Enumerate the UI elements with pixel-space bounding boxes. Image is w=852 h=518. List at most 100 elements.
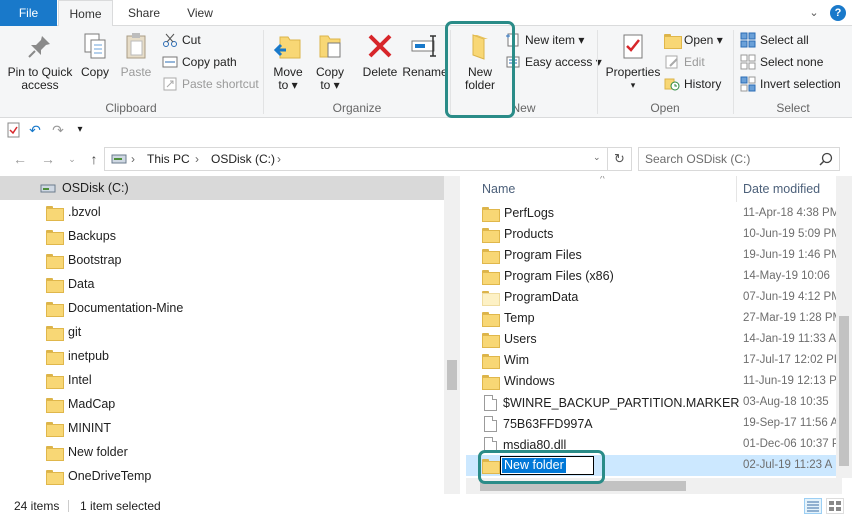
nav-scrollbar[interactable] [444, 176, 460, 494]
nav-item[interactable]: Documentation-Mine [46, 296, 183, 320]
refresh-icon[interactable]: ↻ [608, 147, 632, 171]
table-row[interactable]: Program Files (x86) 14-May-19 10:06 [466, 266, 852, 287]
file-list-scrollbar[interactable] [836, 176, 852, 478]
folder-icon [46, 325, 64, 341]
copy-button[interactable]: Copy [78, 30, 112, 79]
invert-selection-button[interactable]: Invert selection [740, 74, 841, 94]
nav-item[interactable]: Bootstrap [46, 248, 122, 272]
breadcrumb-drive[interactable]: OSDisk (C:) [211, 152, 275, 166]
nav-item[interactable]: Data [46, 272, 94, 296]
back-arrow-icon[interactable]: ← [10, 149, 30, 169]
table-row[interactable]: Products 10-Jun-19 5:09 PM [466, 224, 852, 245]
table-row[interactable]: 75B63FFD997A 19-Sep-17 11:56 A [466, 413, 852, 434]
customize-toolbar-icon[interactable]: ▾ [72, 122, 88, 138]
nav-item[interactable]: OneDriveTemp [46, 464, 151, 488]
pin-label-2: access [21, 78, 59, 92]
nav-item[interactable]: MadCap [46, 392, 115, 416]
nav-item-osdisk[interactable]: OSDisk (C:) [0, 176, 444, 200]
rename-button[interactable]: Rename [402, 30, 448, 79]
address-dropdown-icon[interactable]: ⌄ [593, 152, 601, 163]
open-button[interactable]: Open ▾ [664, 30, 723, 50]
cut-button[interactable]: Cut [162, 30, 201, 50]
recent-locations-icon[interactable]: ⌄ [62, 149, 82, 169]
breadcrumb-this-pc[interactable]: This PC [147, 152, 190, 166]
sort-up-icon: ^ [600, 176, 605, 185]
scissors-icon [162, 32, 178, 48]
copy-to-button[interactable]: Copy to ▾ [312, 30, 348, 92]
file-name-cell: Users [482, 332, 537, 348]
file-date: 27-Mar-19 1:28 PM [743, 312, 839, 324]
tab-view[interactable]: View [176, 0, 224, 26]
copy-path-button[interactable]: Copy path [162, 52, 237, 72]
large-icons-view-icon[interactable] [826, 498, 844, 514]
table-row[interactable]: PerfLogs 11-Apr-18 4:38 PM [466, 203, 852, 224]
properties-button[interactable]: Properties ▾ [602, 30, 664, 92]
paste-shortcut-button[interactable]: Paste shortcut [162, 74, 259, 94]
table-row[interactable]: ProgramData 07-Jun-19 4:12 PM [466, 287, 852, 308]
column-divider[interactable] [736, 176, 737, 202]
nav-scrollbar-thumb[interactable] [447, 360, 457, 390]
help-icon[interactable]: ? [830, 5, 846, 21]
tab-share[interactable]: Share [118, 0, 170, 26]
select-none-button[interactable]: Select none [740, 52, 823, 72]
clipboard-group: Pin to Quick access Copy Paste Cut Copy … [0, 26, 262, 118]
undo-icon[interactable]: ↶ [27, 122, 43, 138]
properties-check-icon[interactable] [6, 122, 22, 138]
table-row[interactable]: Users 14-Jan-19 11:33 A [466, 329, 852, 350]
file-list-scrollbar-thumb[interactable] [839, 316, 849, 466]
nav-item[interactable]: MININT [46, 416, 111, 440]
nav-item[interactable]: .bzvol [46, 200, 101, 224]
select-all-button[interactable]: Select all [740, 30, 809, 50]
folder-icon [46, 301, 64, 317]
table-row[interactable]: Wim 17-Jul-17 12:02 PI [466, 350, 852, 371]
new-folder-highlight [445, 21, 515, 118]
item-count: 24 items [14, 499, 60, 513]
copy-label: Copy [80, 65, 109, 79]
file-date: 14-Jan-19 11:33 A [743, 333, 837, 345]
table-row[interactable]: $WINRE_BACKUP_PARTITION.MARKER 03-Aug-18 … [466, 392, 852, 413]
folder-icon [482, 353, 500, 369]
nav-item[interactable]: git [46, 320, 81, 344]
expand-ribbon-icon[interactable]: ⌄ [806, 5, 822, 21]
nav-item[interactable]: Intel [46, 368, 92, 392]
forward-arrow-icon[interactable]: → [38, 149, 58, 169]
nav-item[interactable]: Backups [46, 224, 116, 248]
search-box[interactable] [638, 147, 840, 171]
file-icon [484, 395, 497, 411]
file-name-cell: PerfLogs [482, 206, 554, 222]
folder-icon [46, 373, 64, 389]
table-row[interactable]: Windows 11-Jun-19 12:13 P [466, 371, 852, 392]
file-name: Temp [504, 311, 535, 325]
edit-button[interactable]: Edit [664, 52, 705, 72]
open-group: Properties ▾ Open ▾ Edit History Open [598, 26, 732, 118]
rename-highlight [478, 450, 605, 484]
search-input[interactable] [645, 151, 815, 167]
move-to-button[interactable]: Move to ▾ [270, 30, 306, 92]
pin-to-quick-access-button[interactable]: Pin to Quick access [4, 30, 76, 92]
tab-home[interactable]: Home [58, 0, 113, 27]
nav-item[interactable]: inetpub [46, 344, 109, 368]
ribbon-tab-bar: File Home Share View ⌄ ? [0, 0, 852, 27]
easy-access-button[interactable]: Easy access ▾ [505, 52, 602, 72]
cut-label: Cut [182, 33, 201, 47]
new-item-button[interactable]: New item ▾ [505, 30, 584, 50]
redo-icon[interactable]: ↷ [50, 122, 66, 138]
easy-access-label: Easy access ▾ [525, 55, 602, 69]
tab-file[interactable]: File [0, 0, 57, 26]
table-row[interactable]: Temp 27-Mar-19 1:28 PM [466, 308, 852, 329]
table-row[interactable]: Program Files 19-Jun-19 1:46 PM [466, 245, 852, 266]
paste-label: Paste [120, 65, 152, 79]
paste-button[interactable]: Paste [118, 30, 154, 79]
address-bar[interactable]: › This PC › OSDisk (C:) › ⌄ [104, 147, 608, 171]
copy-to-label-2: to ▾ [320, 78, 340, 92]
folder-icon [46, 397, 64, 413]
nav-item[interactable]: New folder [46, 440, 128, 464]
file-name-cell: 75B63FFD997A [482, 416, 593, 432]
column-header-name[interactable]: Name [482, 182, 515, 196]
paste-shortcut-label: Paste shortcut [182, 77, 259, 91]
column-header-date[interactable]: Date modified [743, 182, 820, 196]
details-view-icon[interactable] [804, 498, 822, 514]
up-arrow-icon[interactable]: ↑ [84, 149, 104, 169]
delete-button[interactable]: Delete [360, 30, 400, 79]
history-button[interactable]: History [664, 74, 721, 94]
